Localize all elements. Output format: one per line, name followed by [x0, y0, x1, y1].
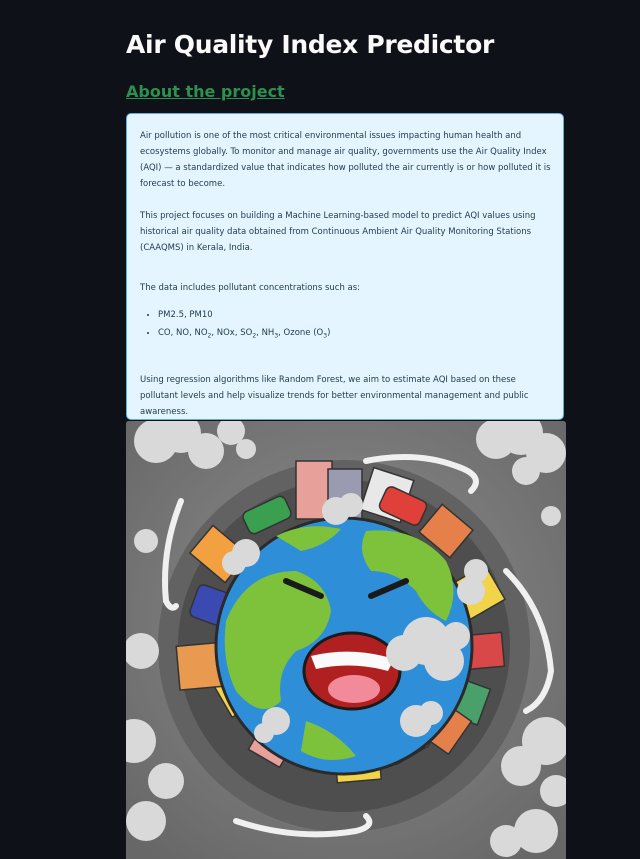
list-item: PM2.5, PM10: [158, 306, 551, 324]
method-paragraph: Using regression algorithms like Random …: [140, 374, 529, 417]
info-box: Air pollution is one of the most critica…: [126, 113, 564, 420]
data-paragraph: The data includes pollutant concentratio…: [140, 283, 361, 293]
intro-paragraph: Air pollution is one of the most critica…: [140, 131, 551, 189]
pollutant-list: PM2.5, PM10 CO, NO, NO2, NOx, SO2, NH3, …: [140, 306, 551, 346]
earth-illustration: [126, 421, 566, 859]
page-title: Air Quality Index Predictor: [126, 30, 494, 59]
list-item: CO, NO, NO2, NOx, SO2, NH3, Ozone (O3): [158, 324, 551, 346]
polluted-earth-image: [126, 421, 566, 859]
project-paragraph: This project focuses on building a Machi…: [140, 211, 536, 253]
about-project-link[interactable]: About the project: [126, 82, 285, 101]
